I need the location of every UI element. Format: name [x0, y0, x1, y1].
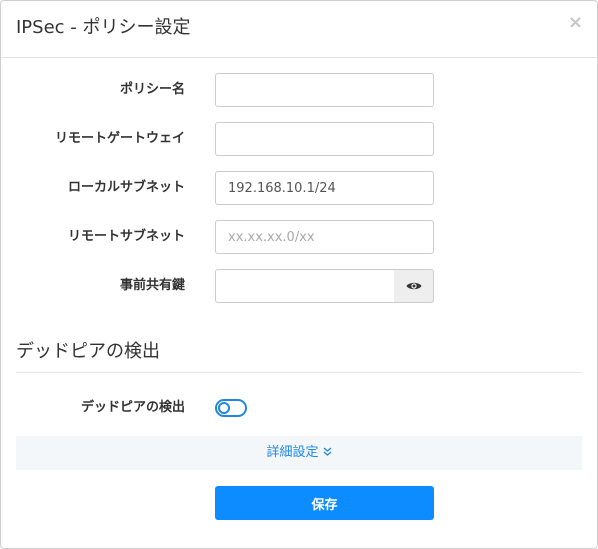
preshared-key-row: 事前共有鍵	[1, 269, 598, 303]
advanced-settings-toggle[interactable]: 詳細設定	[16, 436, 582, 470]
policy-name-label: ポリシー名	[119, 82, 185, 97]
double-chevron-down-icon	[323, 436, 332, 470]
preshared-key-label: 事前共有鍵	[119, 278, 185, 293]
remote-gateway-row: リモートゲートウェイ	[1, 122, 598, 156]
dialog-title: IPSec - ポリシー設定	[16, 17, 191, 38]
toggle-knob	[218, 402, 230, 414]
dialog-header: IPSec - ポリシー設定 ×	[1, 1, 597, 58]
local-subnet-label: ローカルサブネット	[67, 180, 185, 195]
policy-name-input[interactable]	[215, 73, 434, 107]
ipsec-policy-dialog: IPSec - ポリシー設定 × ポリシー名 リモートゲートウェイ ローカルサブ…	[0, 0, 598, 549]
section-divider	[16, 372, 582, 373]
policy-name-row: ポリシー名	[1, 73, 598, 107]
dpd-toggle-row: デッドピアの検出	[1, 391, 598, 425]
local-subnet-input[interactable]	[215, 171, 434, 205]
eye-icon	[406, 282, 421, 290]
remote-gateway-label: リモートゲートウェイ	[54, 131, 185, 146]
remote-subnet-input[interactable]	[215, 220, 434, 254]
dpd-toggle-switch[interactable]	[215, 399, 247, 417]
local-subnet-row: ローカルサブネット	[1, 171, 598, 205]
save-button[interactable]: 保存	[215, 486, 434, 520]
close-icon[interactable]: ×	[568, 13, 583, 33]
remote-subnet-label: リモートサブネット	[67, 229, 185, 244]
remote-gateway-input[interactable]	[215, 122, 434, 156]
dpd-section-title: デッドピアの検出	[16, 341, 160, 362]
show-key-button[interactable]	[394, 269, 434, 303]
remote-subnet-row: リモートサブネット	[1, 220, 598, 254]
preshared-key-input[interactable]	[215, 269, 395, 303]
advanced-settings-label: 詳細設定	[266, 445, 319, 460]
dpd-toggle-label: デッドピアの検出	[80, 400, 185, 415]
